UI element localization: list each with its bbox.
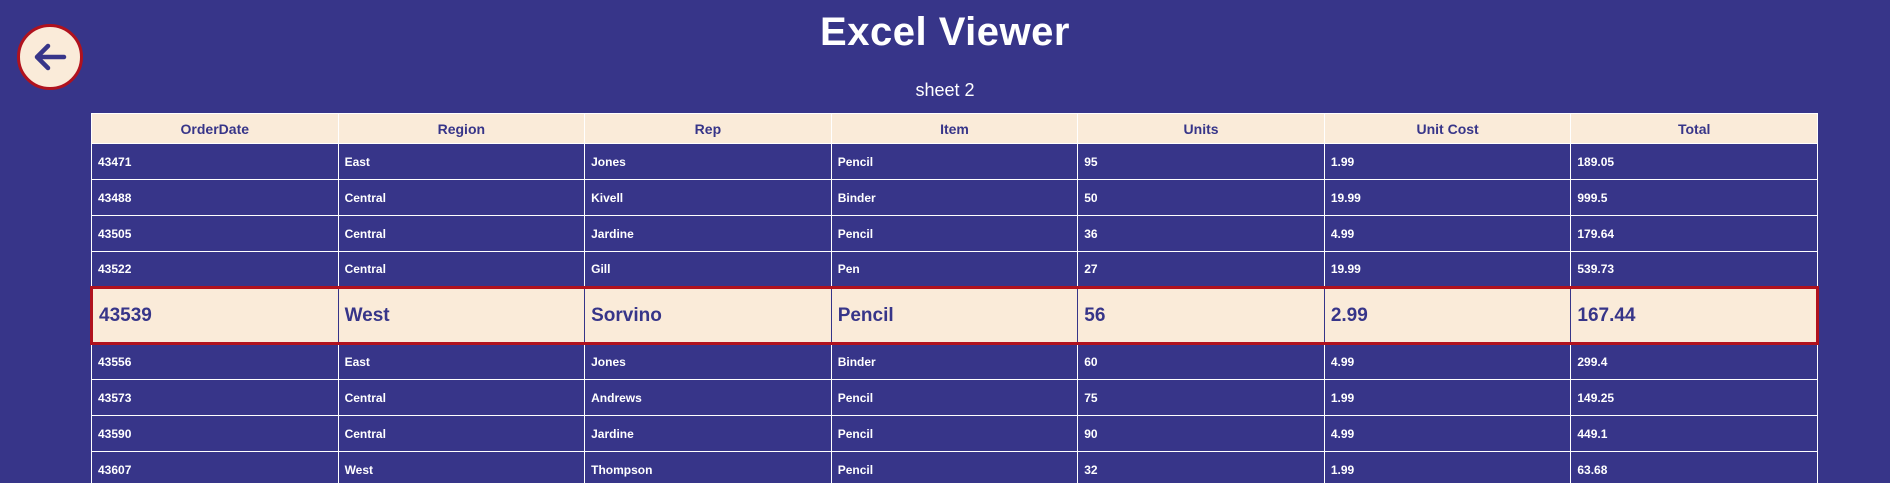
- table-row[interactable]: 43573 Central Andrews Pencil 75 1.99 149.25: [91, 379, 1818, 416]
- data-table: OrderDate Region Rep Item Units Unit Cos…: [90, 113, 1819, 483]
- table-cell[interactable]: 1.99: [1323, 379, 1572, 416]
- table-cell[interactable]: 539.73: [1570, 251, 1818, 288]
- table-cell[interactable]: 189.05: [1570, 143, 1818, 180]
- table-row[interactable]: 43590 Central Jardine Pencil 90 4.99 449.1: [91, 415, 1818, 452]
- table-cell[interactable]: 43522: [91, 251, 339, 288]
- table-cell[interactable]: Jardine: [584, 215, 832, 252]
- table-cell[interactable]: Central: [337, 179, 586, 216]
- table-cell[interactable]: Pencil: [830, 451, 1079, 483]
- column-header[interactable]: Item: [830, 113, 1079, 144]
- table-cell[interactable]: 449.1: [1570, 415, 1818, 452]
- table-cell[interactable]: Binder: [830, 179, 1079, 216]
- table-cell[interactable]: 32: [1077, 451, 1325, 483]
- table-body: 43471 East Jones Pencil 95 1.99 189.05 43488 Cen…: [90, 143, 1819, 483]
- table-cell[interactable]: Jones: [584, 143, 832, 180]
- table-row[interactable]: 43471 East Jones Pencil 95 1.99 189.05: [91, 143, 1818, 180]
- table-cell[interactable]: 43556: [91, 343, 339, 380]
- excel-viewer-page: Excel Viewer sheet 2 OrderDate Region Re…: [0, 0, 1890, 483]
- column-header[interactable]: Rep: [584, 113, 832, 144]
- table-cell[interactable]: West: [337, 286, 586, 345]
- table-row-selected[interactable]: 43539 West Sorvino Pencil 56 2.99 167.44: [90, 286, 1819, 345]
- table-cell[interactable]: 149.25: [1570, 379, 1818, 416]
- table-cell[interactable]: Central: [337, 379, 586, 416]
- table-cell[interactable]: Pencil: [830, 379, 1079, 416]
- table-cell[interactable]: Pencil: [830, 415, 1079, 452]
- page-title: Excel Viewer: [820, 10, 1070, 54]
- table-cell[interactable]: Jardine: [584, 415, 832, 452]
- table-cell[interactable]: Pen: [830, 251, 1079, 288]
- table-cell[interactable]: Sorvino: [584, 286, 832, 345]
- table-cell[interactable]: 43590: [91, 415, 339, 452]
- table-cell[interactable]: 75: [1077, 379, 1325, 416]
- table-cell[interactable]: 56: [1077, 286, 1325, 345]
- data-table-container: OrderDate Region Rep Item Units Unit Cos…: [90, 113, 1819, 483]
- table-cell[interactable]: Central: [337, 215, 586, 252]
- table-cell[interactable]: 43539: [90, 286, 339, 345]
- table-cell[interactable]: West: [337, 451, 586, 483]
- table-cell[interactable]: 19.99: [1323, 179, 1572, 216]
- table-row[interactable]: 43488 Central Kivell Binder 50 19.99 999.5: [91, 179, 1818, 216]
- table-cell[interactable]: 36: [1077, 215, 1325, 252]
- table-cell[interactable]: Pencil: [830, 143, 1079, 180]
- table-cell[interactable]: 167.44: [1570, 286, 1819, 345]
- table-row[interactable]: 43607 West Thompson Pencil 32 1.99 63.68: [91, 451, 1818, 483]
- table-row[interactable]: 43522 Central Gill Pen 27 19.99 539.73: [91, 251, 1818, 288]
- table-cell[interactable]: 4.99: [1323, 343, 1572, 380]
- table-row[interactable]: 43505 Central Jardine Pencil 36 4.99 179.64: [91, 215, 1818, 252]
- table-cell[interactable]: Central: [337, 251, 586, 288]
- table-cell[interactable]: East: [337, 143, 586, 180]
- table-cell[interactable]: 90: [1077, 415, 1325, 452]
- table-cell[interactable]: 299.4: [1570, 343, 1818, 380]
- column-header[interactable]: Units: [1077, 113, 1325, 144]
- table-cell[interactable]: Central: [337, 415, 586, 452]
- table-header-row: OrderDate Region Rep Item Units Unit Cos…: [91, 113, 1818, 144]
- table-cell[interactable]: 60: [1077, 343, 1325, 380]
- table-cell[interactable]: 2.99: [1323, 286, 1572, 345]
- table-cell[interactable]: 1.99: [1323, 451, 1572, 483]
- table-cell[interactable]: 50: [1077, 179, 1325, 216]
- table-cell[interactable]: 43573: [91, 379, 339, 416]
- column-header[interactable]: OrderDate: [91, 113, 339, 144]
- table-cell[interactable]: 43471: [91, 143, 339, 180]
- table-cell[interactable]: Binder: [830, 343, 1079, 380]
- table-cell[interactable]: 4.99: [1323, 215, 1572, 252]
- table-cell[interactable]: Kivell: [584, 179, 832, 216]
- table-cell[interactable]: Gill: [584, 251, 832, 288]
- table-cell[interactable]: East: [337, 343, 586, 380]
- table-cell[interactable]: 95: [1077, 143, 1325, 180]
- table-cell[interactable]: 19.99: [1323, 251, 1572, 288]
- table-cell[interactable]: 27: [1077, 251, 1325, 288]
- table-cell[interactable]: 43488: [91, 179, 339, 216]
- column-header[interactable]: Unit Cost: [1323, 113, 1572, 144]
- column-header[interactable]: Region: [337, 113, 586, 144]
- table-cell[interactable]: 63.68: [1570, 451, 1818, 483]
- table-cell[interactable]: Thompson: [584, 451, 832, 483]
- table-cell[interactable]: 179.64: [1570, 215, 1818, 252]
- table-cell[interactable]: 43505: [91, 215, 339, 252]
- table-row[interactable]: 43556 East Jones Binder 60 4.99 299.4: [91, 343, 1818, 380]
- table-cell[interactable]: 43607: [91, 451, 339, 483]
- table-cell[interactable]: Pencil: [830, 215, 1079, 252]
- table-cell[interactable]: Andrews: [584, 379, 832, 416]
- table-cell[interactable]: 999.5: [1570, 179, 1818, 216]
- table-cell[interactable]: 4.99: [1323, 415, 1572, 452]
- column-header[interactable]: Total: [1570, 113, 1818, 144]
- table-cell[interactable]: Jones: [584, 343, 832, 380]
- table-cell[interactable]: 1.99: [1323, 143, 1572, 180]
- table-cell[interactable]: Pencil: [830, 286, 1079, 345]
- sheet-name: sheet 2: [915, 80, 975, 100]
